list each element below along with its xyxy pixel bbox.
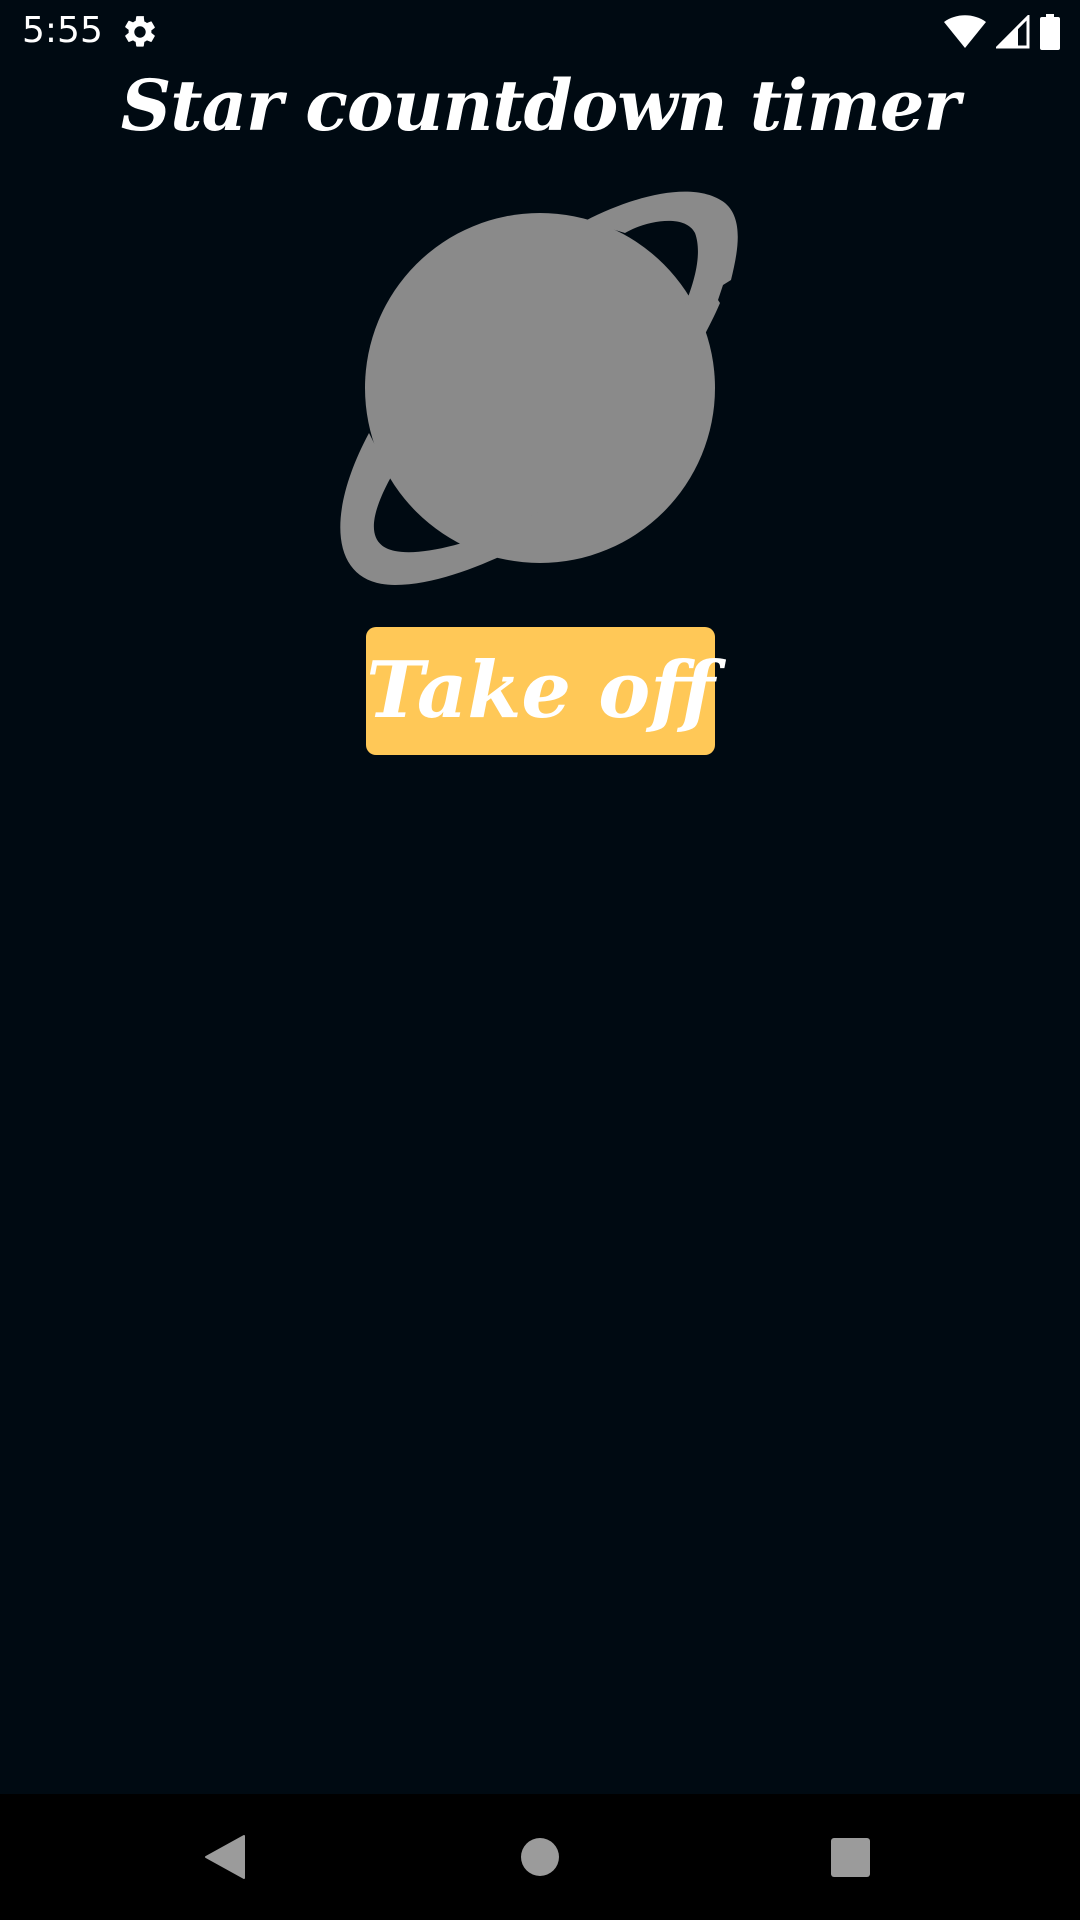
navigation-bar: [0, 1794, 1080, 1920]
back-icon[interactable]: [204, 1834, 246, 1880]
status-bar: 5:55: [0, 0, 1080, 63]
battery-icon: [1040, 14, 1060, 50]
wifi-icon: [944, 15, 986, 48]
planet-icon: [340, 191, 738, 585]
status-icons: [944, 14, 1060, 50]
recents-icon[interactable]: [831, 1838, 870, 1877]
take-off-button[interactable]: Take off: [366, 627, 715, 755]
page-title: Star countdown timer: [120, 64, 961, 147]
settings-gear-icon: [125, 16, 155, 47]
cellular-signal-icon: [996, 15, 1030, 49]
home-icon[interactable]: [521, 1838, 559, 1876]
app-screen: 5:55 Star countdown timer Take off: [0, 0, 1080, 1920]
status-time: 5:55: [22, 10, 103, 51]
